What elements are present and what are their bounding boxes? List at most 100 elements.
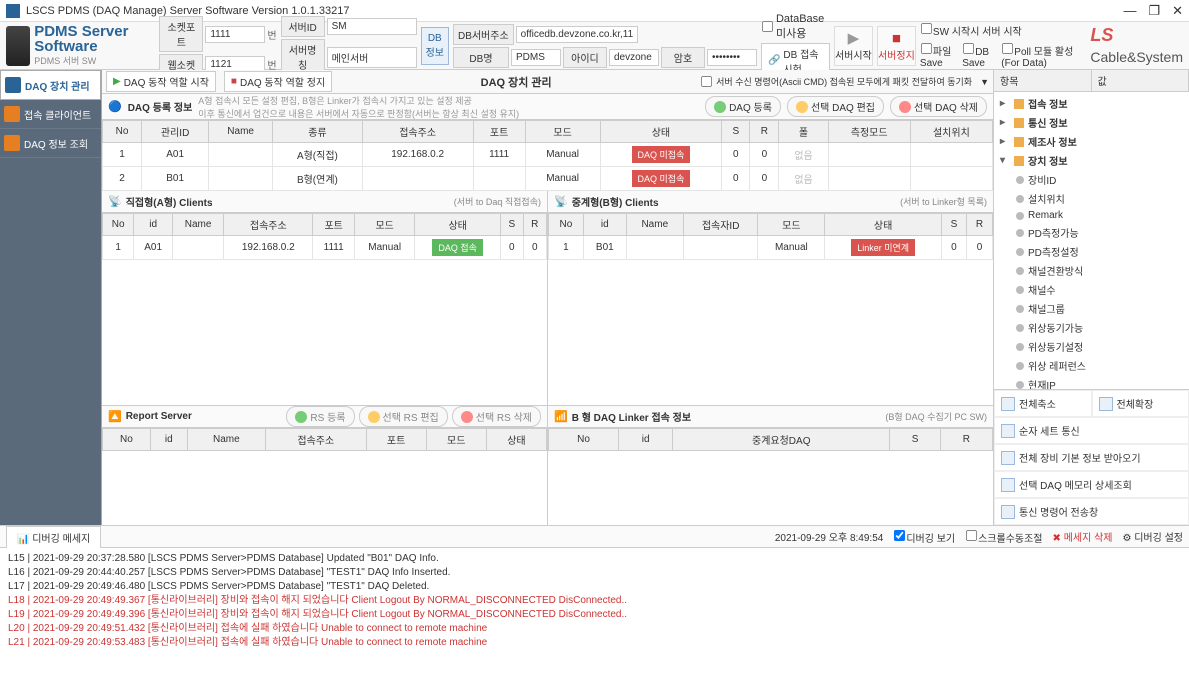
- sidebar-item-2[interactable]: DAQ 정보 조회: [0, 129, 101, 158]
- table-row[interactable]: 1B01ManualLinker 미연계00: [549, 236, 993, 260]
- db-save-check[interactable]: DB Save: [962, 42, 999, 69]
- col-header[interactable]: Name: [626, 214, 683, 236]
- table-row[interactable]: 1A01A형(직접)192.168.0.21111ManualDAQ 미접속00…: [103, 143, 993, 167]
- file-save-check[interactable]: 파일 Save: [920, 42, 960, 69]
- collapse-all-button[interactable]: 전체축소: [994, 390, 1092, 417]
- sw-start-check[interactable]: SW 시작시 서버 시작: [920, 22, 1087, 38]
- minimize-button[interactable]: —: [1123, 3, 1136, 19]
- col-header[interactable]: 중계요청DAQ: [673, 429, 890, 451]
- col-header[interactable]: 포트: [473, 121, 525, 143]
- expand-all-button[interactable]: 전체확장: [1092, 390, 1189, 417]
- col-header[interactable]: R: [523, 214, 546, 236]
- server-id-value[interactable]: SM: [327, 18, 417, 35]
- rs-delete-button[interactable]: 선택 RS 삭제: [452, 406, 541, 427]
- prop-item[interactable]: 채널견환방식: [996, 261, 1187, 280]
- col-header[interactable]: 모드: [355, 214, 415, 236]
- report-server-table[interactable]: NoidName접속주소포트모드상태: [102, 428, 547, 451]
- col-header[interactable]: Name: [209, 121, 273, 143]
- db-name-value[interactable]: PDMS: [511, 49, 561, 66]
- col-header[interactable]: R: [966, 214, 992, 236]
- prop-category[interactable]: ▾장치 정보: [996, 151, 1187, 170]
- all-base-info-button[interactable]: 전체 장비 기본 정보 받아오기: [994, 444, 1189, 471]
- poll-active-check[interactable]: Poll 모듈 활성 (For Data): [1001, 42, 1086, 69]
- debug-settings-button[interactable]: ⚙ 디버깅 설정: [1122, 529, 1183, 544]
- server-start-button[interactable]: 서버시작: [834, 26, 873, 66]
- prop-item[interactable]: 위상 레퍼런스: [996, 356, 1187, 375]
- server-name-value[interactable]: 메인서버: [327, 47, 417, 68]
- col-header[interactable]: 포트: [313, 214, 355, 236]
- col-header[interactable]: 상태: [415, 214, 501, 236]
- maximize-button[interactable]: ❐: [1148, 3, 1160, 19]
- col-header[interactable]: No: [103, 429, 151, 451]
- prop-item[interactable]: Remark: [996, 208, 1187, 223]
- daq-linker-table[interactable]: Noid중계요청DAQSR: [548, 428, 993, 451]
- col-header[interactable]: 모드: [758, 214, 825, 236]
- table-row[interactable]: 2B01B형(연계)ManualDAQ 미접속00없음: [103, 167, 993, 191]
- col-header[interactable]: 상태: [486, 429, 546, 451]
- prop-category[interactable]: ▸제조사 정보: [996, 132, 1187, 151]
- rs-add-button[interactable]: RS 등록: [286, 406, 354, 427]
- col-header[interactable]: 상태: [825, 214, 942, 236]
- table-row[interactable]: 1A01192.168.0.21111ManualDAQ 접속00: [103, 236, 547, 260]
- clients-a-table[interactable]: NoidName접속주소포트모드상태SR1A01192.168.0.21111M…: [102, 213, 547, 260]
- db-server-addr-value[interactable]: officedb.devzone.co.kr,11: [516, 26, 639, 43]
- col-header[interactable]: 모드: [525, 121, 600, 143]
- col-header[interactable]: 접속주소: [362, 121, 473, 143]
- debug-delete-button[interactable]: ✖ 메세지 삭제: [1053, 529, 1113, 544]
- debug-messages[interactable]: L15 | 2021-09-29 20:37:28.580 [LSCS PDMS…: [0, 548, 1189, 676]
- col-header[interactable]: No: [549, 214, 584, 236]
- daq-add-button[interactable]: DAQ 등록: [705, 96, 781, 117]
- col-header[interactable]: R: [940, 429, 992, 451]
- daq-edit-button[interactable]: 선택 DAQ 편집: [787, 96, 884, 117]
- prop-item[interactable]: 현재IP: [996, 375, 1187, 389]
- rs-edit-button[interactable]: 선택 RS 편집: [359, 406, 448, 427]
- debug-tab[interactable]: 📊 디버깅 메세지: [6, 526, 101, 548]
- col-header[interactable]: S: [890, 429, 940, 451]
- ascii-sync-check[interactable]: 서버 수신 명령어(Ascii CMD) 접속된 모두에게 패킷 전달하여 동기…: [700, 75, 972, 88]
- col-header[interactable]: 폴: [779, 121, 828, 143]
- prop-item[interactable]: 설치위치: [996, 189, 1187, 208]
- prop-item[interactable]: PD측정가능: [996, 223, 1187, 242]
- sidebar-item-1[interactable]: 접속 클라이언트: [0, 100, 101, 129]
- server-stop-button[interactable]: 서버정지: [877, 26, 916, 66]
- col-header[interactable]: 모드: [426, 429, 486, 451]
- prop-item[interactable]: 장비ID: [996, 170, 1187, 189]
- prop-item[interactable]: 위상동기가능: [996, 318, 1187, 337]
- col-header[interactable]: No: [549, 429, 619, 451]
- col-header[interactable]: Name: [187, 429, 265, 451]
- col-header[interactable]: id: [619, 429, 673, 451]
- col-header[interactable]: S: [501, 214, 524, 236]
- sidebar-item-0[interactable]: DAQ 장치 관리: [0, 70, 101, 100]
- cmd-send-button[interactable]: 통신 명령어 전송창: [994, 498, 1189, 525]
- col-header[interactable]: id: [150, 429, 187, 451]
- manual-scroll-check[interactable]: 스크롤수동조절: [965, 529, 1042, 545]
- col-header[interactable]: S: [722, 121, 750, 143]
- refresh-icon[interactable]: [980, 76, 989, 88]
- daq-action-stop-button[interactable]: DAQ 동작 역할 정지: [224, 71, 332, 92]
- daq-action-start-button[interactable]: DAQ 동작 역할 시작: [106, 71, 216, 92]
- col-header[interactable]: R: [750, 121, 779, 143]
- col-header[interactable]: 측정모드: [828, 121, 910, 143]
- sel-memory-button[interactable]: 선택 DAQ 메모리 상세조회: [994, 471, 1189, 498]
- password-value[interactable]: ••••••••: [707, 49, 757, 66]
- col-header[interactable]: 접속주소: [266, 429, 367, 451]
- col-header[interactable]: S: [941, 214, 966, 236]
- col-header[interactable]: id: [583, 214, 626, 236]
- seq-set-button[interactable]: 순자 세트 통신: [994, 417, 1189, 444]
- prop-item[interactable]: PD측정설정: [996, 242, 1187, 261]
- col-header[interactable]: 설치위치: [910, 121, 992, 143]
- prop-item[interactable]: 채널그룹: [996, 299, 1187, 318]
- clients-b-table[interactable]: NoidName접속자ID모드상태SR1B01ManualLinker 미연계0…: [548, 213, 993, 260]
- debug-view-check[interactable]: 디버깅 보기: [893, 529, 955, 545]
- login-id-value[interactable]: devzone: [609, 49, 659, 66]
- properties-tree[interactable]: ▸접속 정보▸통신 정보▸제조사 정보▾장치 정보장비ID설치위치RemarkP…: [994, 92, 1189, 389]
- col-header[interactable]: 접속주소: [224, 214, 313, 236]
- daq-delete-button[interactable]: 선택 DAQ 삭제: [890, 96, 987, 117]
- col-header[interactable]: 관리ID: [142, 121, 209, 143]
- close-button[interactable]: ✕: [1172, 3, 1183, 19]
- prop-category[interactable]: ▸통신 정보: [996, 113, 1187, 132]
- col-header[interactable]: 종류: [273, 121, 363, 143]
- col-header[interactable]: 상태: [600, 121, 722, 143]
- col-header[interactable]: No: [103, 121, 142, 143]
- db-unused-check[interactable]: DataBase 미사용: [761, 13, 830, 41]
